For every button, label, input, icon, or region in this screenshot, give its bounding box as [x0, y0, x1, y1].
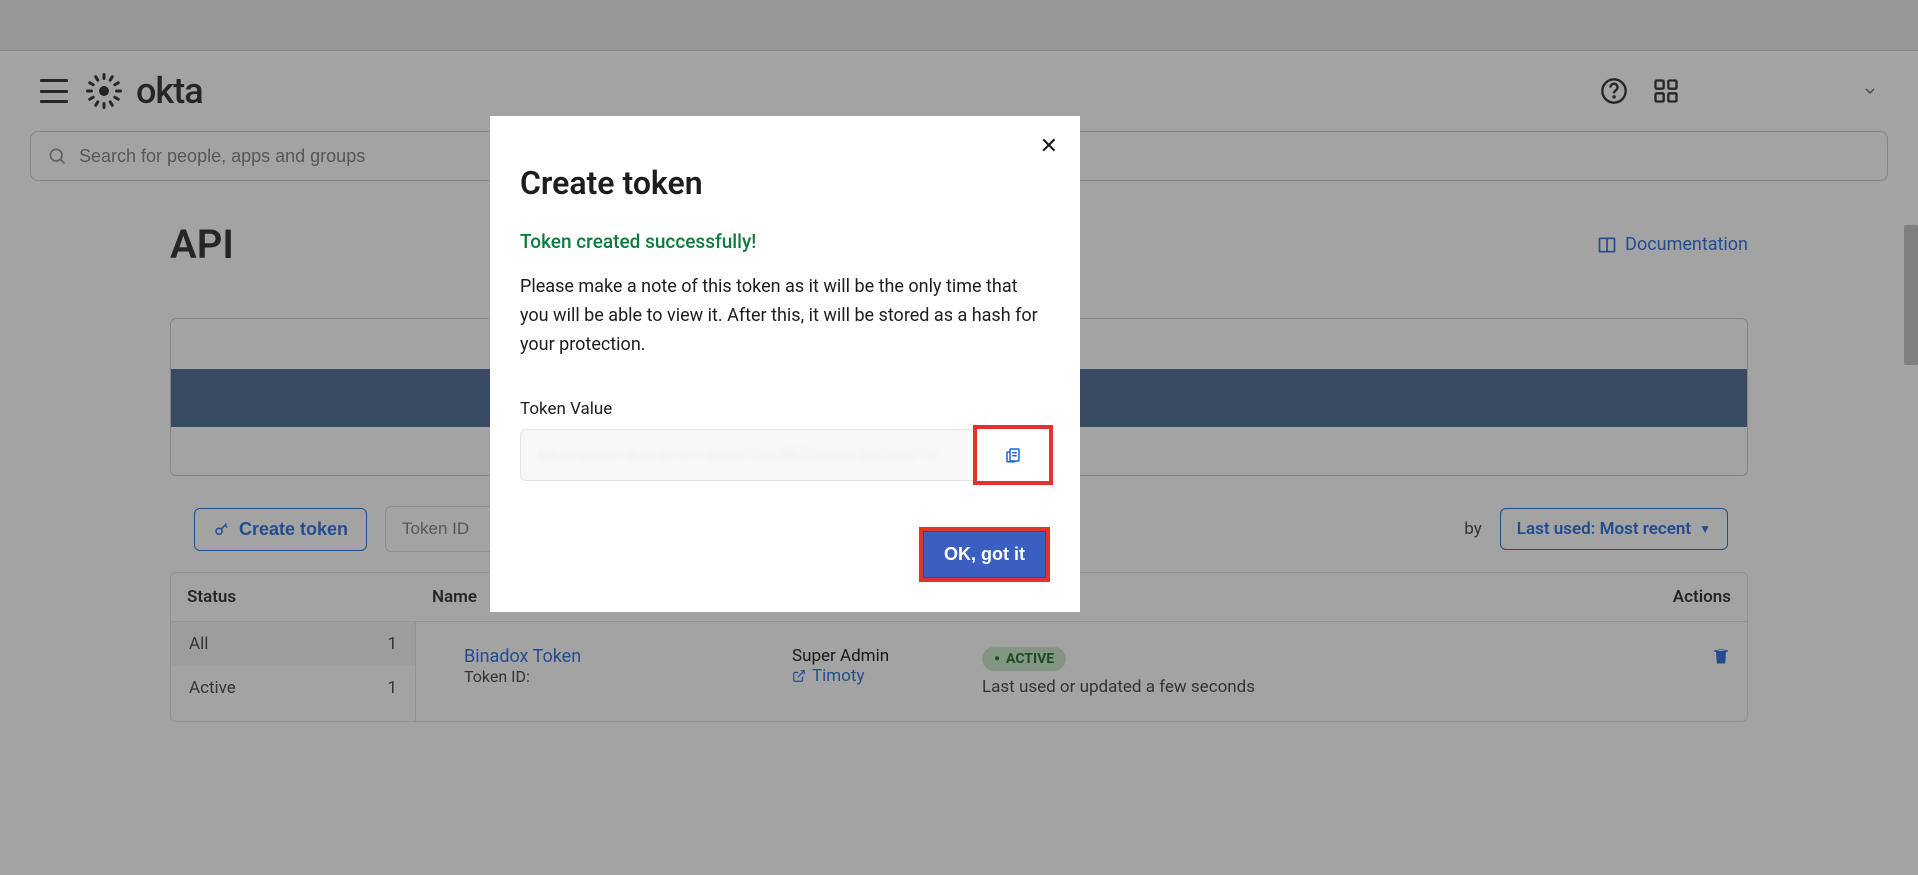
- token-value-text[interactable]: 00ybgxwstmxcaturrNVSV33n3MZ1eGnc2HCbm2YV: [521, 446, 977, 464]
- modal-body-text: Please make a note of this token as it w…: [520, 273, 1050, 359]
- modal-close-button[interactable]: ✕: [1040, 134, 1058, 159]
- token-value-label: Token Value: [520, 399, 1050, 419]
- modal-title: Create token: [520, 164, 1050, 202]
- modal-success-message: Token created successfully!: [520, 230, 1050, 253]
- clipboard-icon: [1004, 446, 1022, 464]
- create-token-modal: ✕ Create token Token created successfull…: [490, 116, 1080, 612]
- ok-got-it-button[interactable]: OK, got it: [923, 531, 1046, 578]
- copy-token-button[interactable]: [973, 425, 1053, 485]
- token-value-field: 00ybgxwstmxcaturrNVSV33n3MZ1eGnc2HCbm2YV: [520, 429, 1050, 481]
